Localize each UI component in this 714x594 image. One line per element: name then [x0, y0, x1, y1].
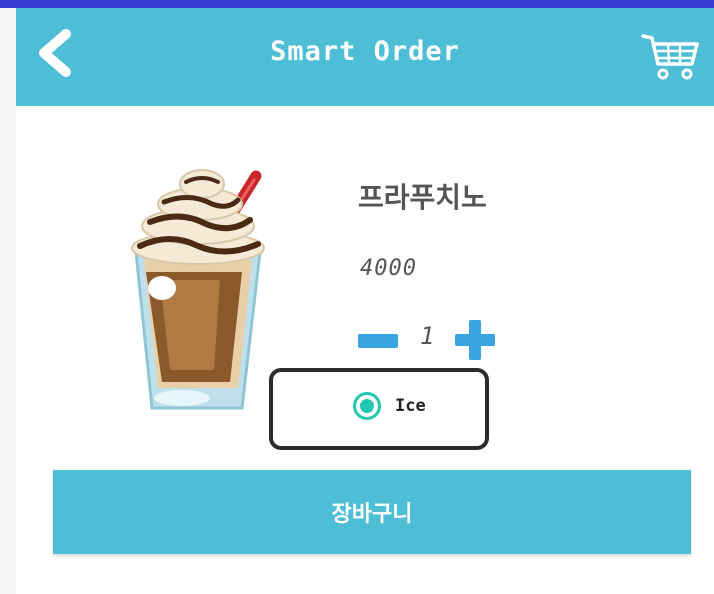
- product-price: 4000: [360, 256, 417, 281]
- increase-quantity-button[interactable]: [455, 320, 495, 360]
- plus-icon-bar: [469, 320, 481, 360]
- back-button[interactable]: [30, 28, 80, 78]
- option-box: Ice: [269, 368, 489, 450]
- quantity-value: 1: [420, 322, 435, 350]
- decrease-quantity-button[interactable]: [358, 334, 398, 348]
- add-to-cart-button[interactable]: 장바구니: [53, 470, 691, 554]
- page-title: Smart Order: [270, 36, 460, 67]
- left-edge: [0, 8, 16, 594]
- ice-option-label[interactable]: Ice: [395, 396, 426, 416]
- product-name: 프라푸치노: [358, 181, 487, 214]
- ice-radio-button[interactable]: [353, 392, 381, 420]
- cart-button[interactable]: [640, 30, 700, 82]
- shopping-cart-icon: [641, 34, 699, 80]
- window-top-border: [0, 0, 714, 8]
- radio-selected-dot: [360, 399, 374, 413]
- chevron-left-icon: [39, 29, 71, 77]
- product-image: [120, 160, 280, 422]
